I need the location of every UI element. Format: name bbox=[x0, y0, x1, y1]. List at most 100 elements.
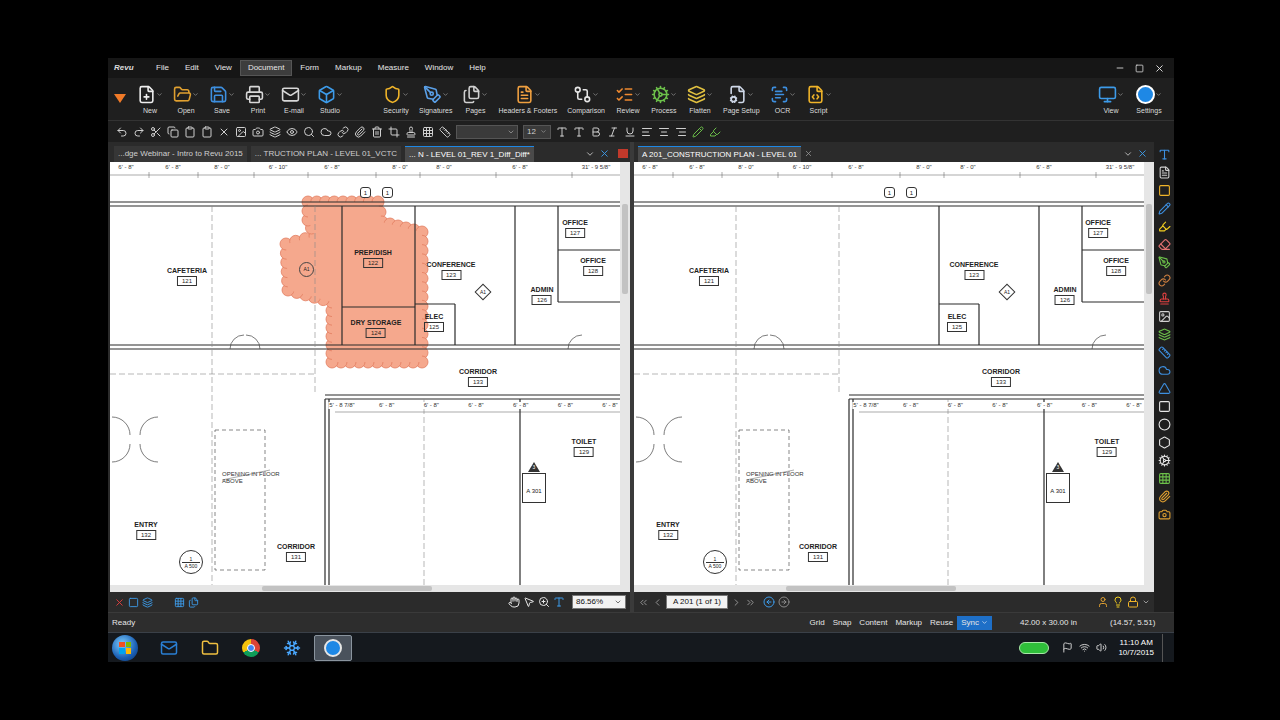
menu-item[interactable]: Document bbox=[240, 60, 292, 76]
format-tool-icon[interactable] bbox=[439, 126, 451, 138]
format-tool-icon[interactable] bbox=[116, 126, 128, 138]
pane-menu-icon[interactable] bbox=[618, 149, 628, 158]
toolbar-button[interactable]: Studio bbox=[312, 83, 348, 115]
volume-icon[interactable] bbox=[1096, 642, 1107, 653]
markup-tool-icon[interactable] bbox=[1158, 292, 1171, 305]
quick-menu-icon[interactable] bbox=[114, 94, 126, 104]
format-tool-icon[interactable] bbox=[405, 126, 417, 138]
taskbar-app[interactable] bbox=[314, 635, 352, 661]
markup-tool-icon[interactable] bbox=[1158, 238, 1171, 251]
layers-icon[interactable] bbox=[142, 597, 153, 608]
room-label[interactable]: DRY STORAGE124 bbox=[351, 318, 402, 338]
menu-item[interactable]: Form bbox=[292, 60, 327, 76]
toolbar-button[interactable]: Comparison bbox=[562, 83, 610, 115]
markup-tool-icon[interactable] bbox=[1158, 274, 1171, 287]
format-tool-icon[interactable] bbox=[133, 126, 145, 138]
lock-icon[interactable] bbox=[1127, 596, 1139, 608]
room-label[interactable]: OFFICE127 bbox=[562, 218, 588, 238]
markup-tool-icon[interactable] bbox=[1158, 346, 1171, 359]
previous-page-icon[interactable] bbox=[652, 597, 663, 608]
toolbar-button[interactable]: Review bbox=[610, 83, 646, 115]
format-tool-icon[interactable] bbox=[286, 126, 298, 138]
room-label[interactable]: TOILET129 bbox=[572, 437, 597, 457]
toolbar-button[interactable]: Settings bbox=[1130, 83, 1168, 115]
room-label[interactable]: CAFETERIA121 bbox=[167, 266, 207, 286]
toolbar-button[interactable]: Open bbox=[168, 83, 204, 115]
tray-status-icon[interactable] bbox=[1019, 642, 1049, 654]
markup-tool-icon[interactable] bbox=[1158, 202, 1171, 215]
close-pane-icon[interactable] bbox=[1137, 148, 1148, 159]
close-window-icon[interactable] bbox=[1154, 63, 1165, 74]
format-tool-icon[interactable] bbox=[354, 126, 366, 138]
cloud-tag[interactable]: A1 bbox=[299, 262, 314, 277]
toolbar-button[interactable]: Flatten bbox=[682, 83, 718, 115]
room-label[interactable]: CORRIDOR131 bbox=[799, 542, 837, 562]
format-tool-icon[interactable] bbox=[337, 126, 349, 138]
forward-icon[interactable] bbox=[778, 596, 790, 608]
room-label[interactable]: OFFICE127 bbox=[1085, 218, 1111, 238]
menu-item[interactable]: Edit bbox=[177, 60, 207, 76]
toolbar-button[interactable]: Pages bbox=[457, 83, 493, 115]
format-tool-icon[interactable] bbox=[184, 126, 196, 138]
toolbar-button[interactable]: Headers & Footers bbox=[493, 83, 562, 115]
next-page-icon[interactable] bbox=[731, 597, 742, 608]
markup-tool-icon[interactable] bbox=[1158, 454, 1171, 467]
vertical-scrollbar[interactable] bbox=[1144, 162, 1154, 585]
toolbar-button[interactable]: Process bbox=[646, 83, 682, 115]
markup-tool-icon[interactable] bbox=[1158, 148, 1171, 161]
markup-tool-icon[interactable] bbox=[1158, 490, 1171, 503]
taskbar-app[interactable] bbox=[273, 635, 311, 661]
room-label[interactable]: CORRIDOR133 bbox=[982, 367, 1020, 387]
format-tool-icon[interactable] bbox=[692, 126, 704, 138]
room-label[interactable]: ADMIN126 bbox=[531, 285, 554, 305]
menu-item[interactable]: Window bbox=[417, 60, 461, 76]
room-label[interactable]: ELEC125 bbox=[424, 312, 444, 332]
document-tab[interactable]: ...dge Webinar - Intro to Revu 2015 bbox=[114, 146, 247, 162]
show-desktop-button[interactable] bbox=[1162, 634, 1170, 662]
format-tool-icon[interactable] bbox=[269, 126, 281, 138]
tab-list-icon[interactable] bbox=[585, 149, 595, 159]
font-size-field[interactable]: 12 bbox=[523, 125, 551, 139]
maximize-icon[interactable] bbox=[1135, 64, 1144, 73]
markup-tool-icon[interactable] bbox=[1158, 508, 1171, 521]
room-label[interactable]: CONFERENCE123 bbox=[426, 260, 475, 280]
format-tool-icon[interactable] bbox=[675, 126, 687, 138]
menu-item[interactable]: Markup bbox=[327, 60, 370, 76]
markup-tool-icon[interactable] bbox=[1158, 184, 1171, 197]
action-center-icon[interactable] bbox=[1062, 642, 1073, 653]
toolbar-button[interactable]: E-mail bbox=[276, 83, 312, 115]
tab-list-icon[interactable] bbox=[1123, 149, 1133, 159]
horizontal-scrollbar[interactable] bbox=[110, 585, 630, 592]
room-label[interactable]: CORRIDOR133 bbox=[459, 367, 497, 387]
status-toggle[interactable]: Sync bbox=[957, 616, 992, 630]
room-label[interactable]: OFFICE128 bbox=[580, 256, 606, 276]
menu-item[interactable]: View bbox=[207, 60, 240, 76]
format-tool-icon[interactable] bbox=[607, 126, 619, 138]
toolbar-button[interactable]: View bbox=[1092, 83, 1130, 115]
format-tool-icon[interactable] bbox=[371, 126, 383, 138]
toolbar-button[interactable]: Save bbox=[204, 83, 240, 115]
toolbar-button[interactable]: Script bbox=[801, 83, 837, 115]
menu-item[interactable]: Measure bbox=[370, 60, 417, 76]
format-tool-icon[interactable] bbox=[235, 126, 247, 138]
document-tab[interactable]: A 201_CONSTRUCTION PLAN - LEVEL 01 bbox=[638, 146, 801, 162]
taskbar-app[interactable] bbox=[191, 635, 229, 661]
format-tool-icon[interactable] bbox=[422, 126, 434, 138]
status-toggle[interactable]: Grid bbox=[806, 616, 829, 630]
format-tool-icon[interactable] bbox=[658, 126, 670, 138]
format-tool-icon[interactable] bbox=[218, 126, 230, 138]
format-tool-icon[interactable] bbox=[303, 126, 315, 138]
font-field[interactable] bbox=[456, 125, 518, 139]
grid-icon[interactable] bbox=[174, 597, 185, 608]
taskbar-app[interactable] bbox=[232, 635, 270, 661]
last-page-icon[interactable] bbox=[745, 597, 756, 608]
room-label[interactable]: ELEC125 bbox=[947, 312, 967, 332]
room-label[interactable]: OFFICE128 bbox=[1103, 256, 1129, 276]
pages-icon[interactable] bbox=[188, 597, 199, 608]
format-tool-icon[interactable] bbox=[320, 126, 332, 138]
vertical-scrollbar[interactable] bbox=[620, 162, 630, 585]
room-label[interactable]: PREP/DISH122 bbox=[354, 248, 392, 268]
pan-icon[interactable] bbox=[508, 596, 520, 608]
user-icon[interactable] bbox=[1097, 596, 1109, 608]
horizontal-scrollbar[interactable] bbox=[634, 585, 1154, 592]
